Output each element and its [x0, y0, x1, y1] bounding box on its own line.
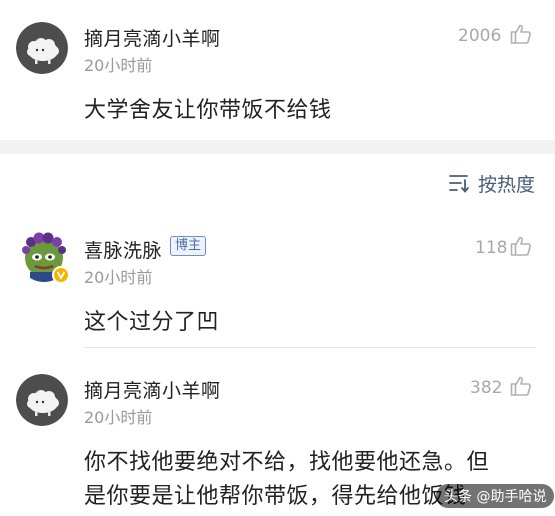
thumb-up-icon[interactable] — [510, 375, 532, 401]
comment-text: 大学舍友让你带饭不给钱 — [84, 98, 332, 123]
comment-time: 20小时前 — [84, 56, 153, 75]
comment-text-line: 你不找他要绝对不给，找他要他还急。但 — [84, 450, 490, 475]
watermark: 头条 @助手哈说 — [436, 484, 555, 508]
divider — [84, 347, 536, 348]
like-count: 2006 — [458, 26, 502, 46]
author-name[interactable]: 摘月亮滴小羊啊 — [84, 24, 221, 51]
reply-comment: 喜脉洗脉 博主 20小时前 118 这个过分了凹 — [0, 220, 555, 345]
author-name[interactable]: 喜脉洗脉 — [84, 236, 162, 263]
sheep-avatar[interactable] — [16, 374, 68, 426]
thumb-up-icon[interactable] — [510, 235, 532, 261]
top-comment: 摘月亮滴小羊啊 20小时前 2006 大学舍友让你带饭不给钱 — [0, 0, 555, 140]
section-separator — [0, 140, 555, 154]
verified-badge-icon — [52, 266, 70, 284]
comment-time: 20小时前 — [84, 408, 153, 427]
sort-icon — [448, 172, 472, 198]
sheep-avatar[interactable] — [16, 22, 68, 74]
comment-text-line: 是你要是让他帮你带饭，得先给他饭钱 — [84, 484, 467, 509]
like-count: 118 — [475, 238, 508, 258]
comment-text: 这个过分了凹 — [84, 310, 220, 335]
author-name[interactable]: 摘月亮滴小羊啊 — [84, 376, 221, 403]
sort-label: 按热度 — [478, 174, 536, 196]
sort-control[interactable]: 按热度 — [446, 170, 546, 196]
blogger-badge: 博主 — [170, 236, 207, 256]
comment-time: 20小时前 — [84, 268, 153, 287]
like-count: 382 — [470, 378, 503, 398]
thumb-up-icon[interactable] — [510, 23, 532, 49]
